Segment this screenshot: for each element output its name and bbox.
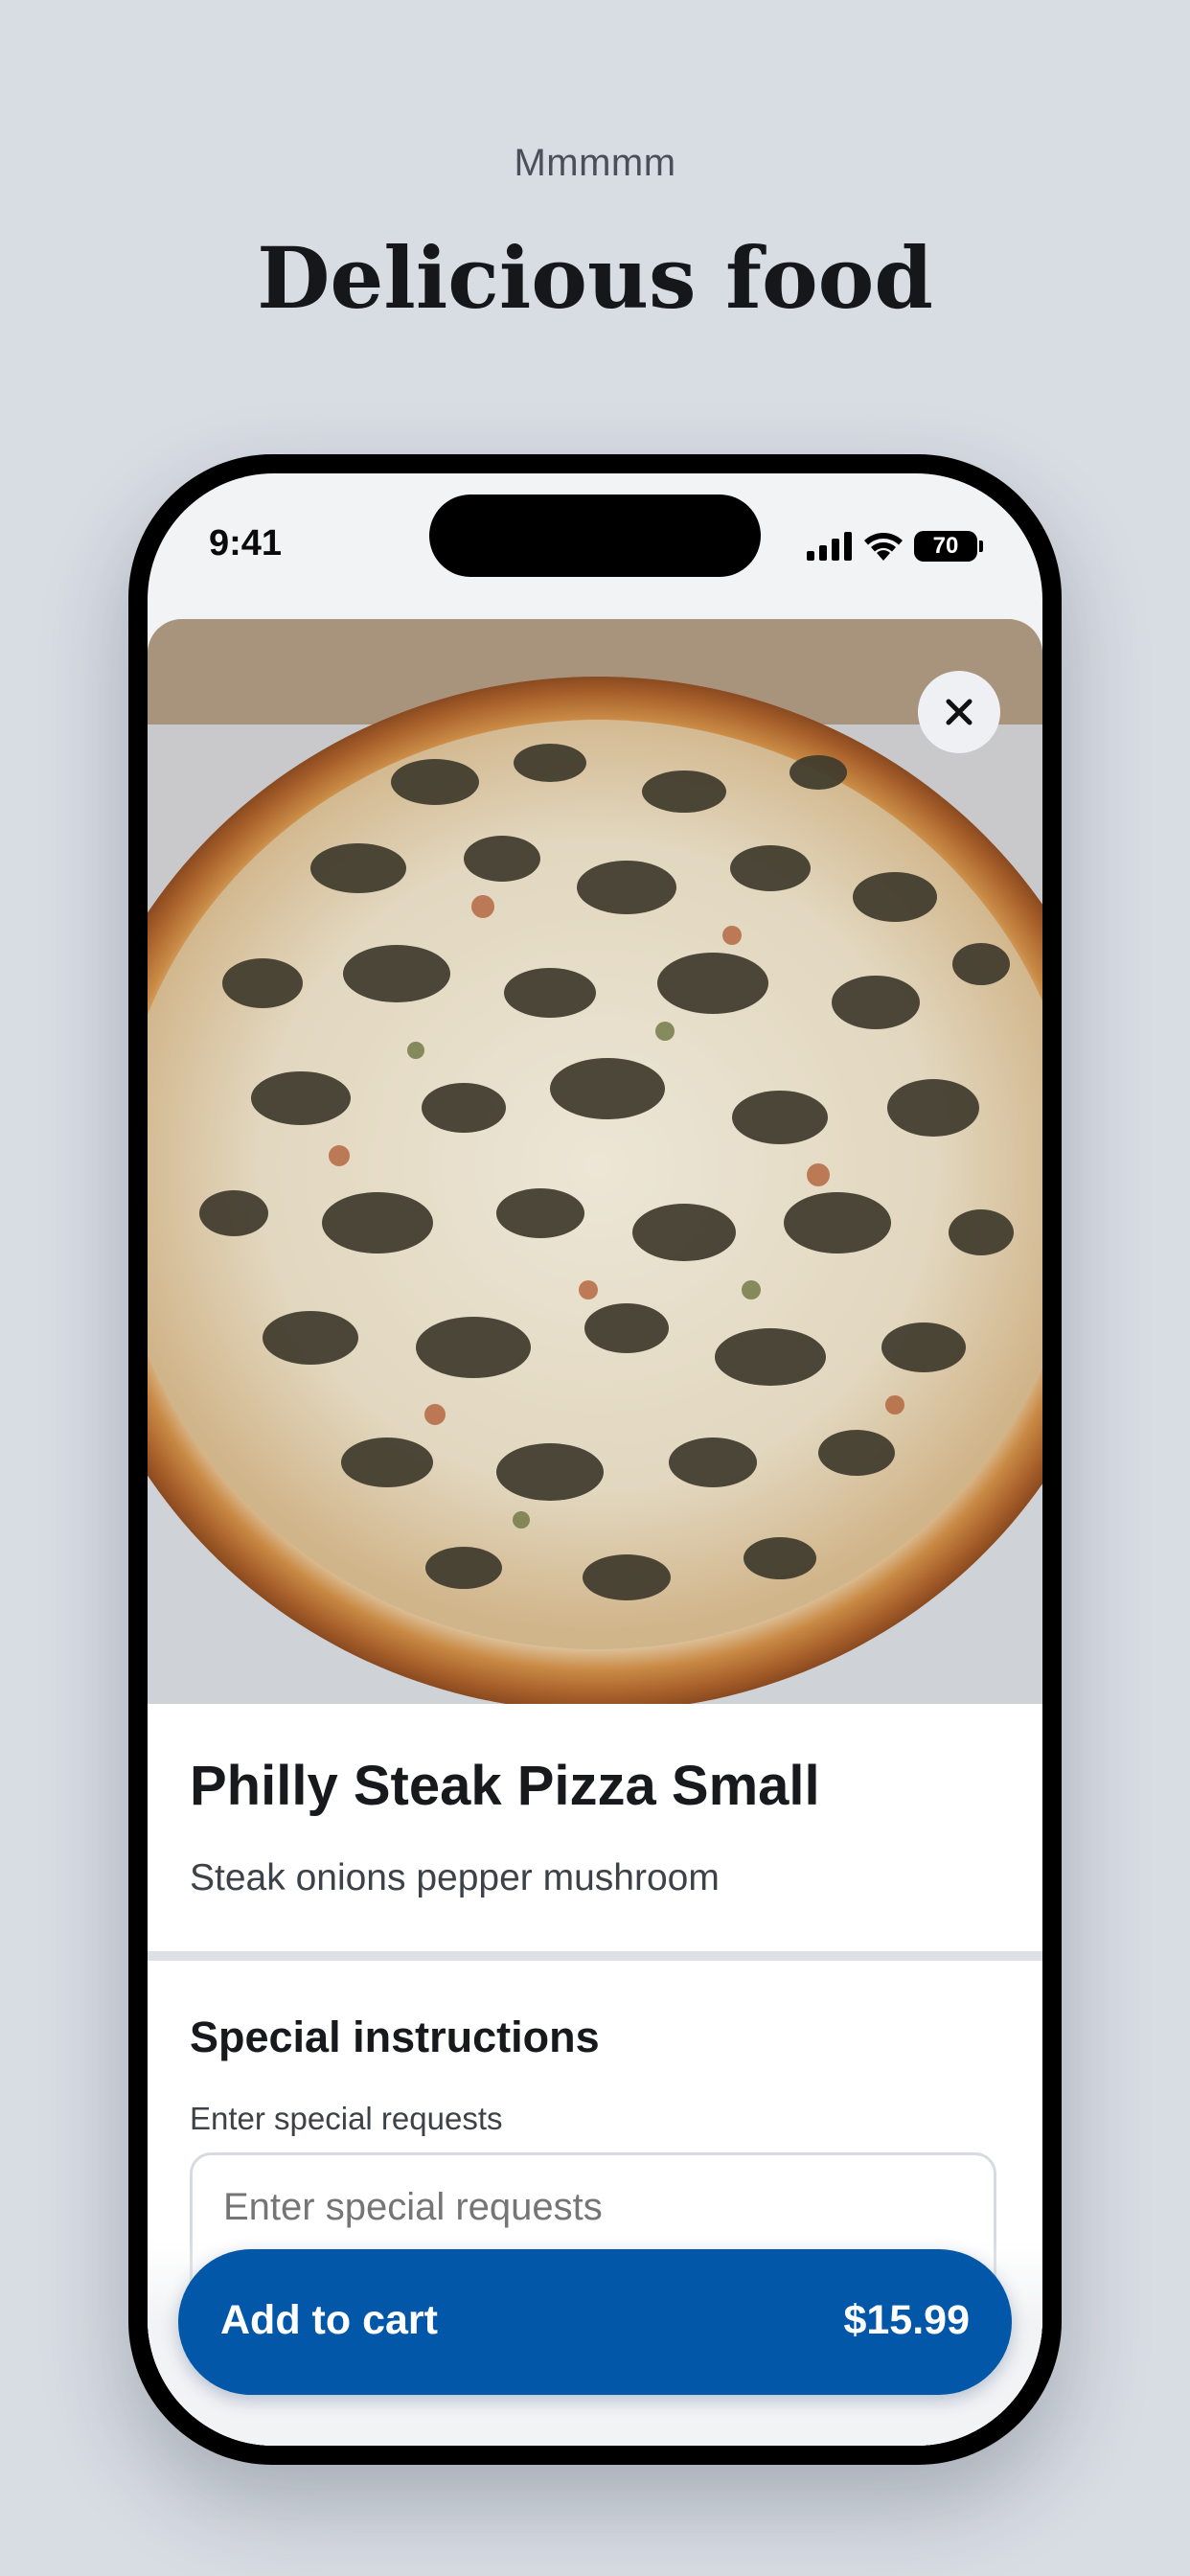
- battery-cap: [979, 540, 983, 552]
- battery-icon: 70: [914, 531, 983, 562]
- promo-headline: Delicious food: [257, 228, 933, 328]
- cart-price: $15.99: [843, 2297, 970, 2343]
- item-info: Philly Steak Pizza Small Steak onions pe…: [148, 1704, 1042, 1951]
- status-time: 9:41: [209, 523, 283, 564]
- add-to-cart-label: Add to cart: [220, 2297, 438, 2343]
- instructions-subtitle: Enter special requests: [190, 2101, 503, 2136]
- dynamic-island: [429, 494, 761, 577]
- battery-level: 70: [914, 531, 977, 562]
- instructions-title: Special instructions: [190, 2012, 600, 2061]
- section-divider: [148, 1951, 1042, 1961]
- phone-screen: 9:41 70 Philly Steak Pizza Small Steak o…: [148, 473, 1042, 2446]
- add-to-cart-button[interactable]: Add to cart $15.99: [178, 2249, 1012, 2395]
- item-title: Philly Steak Pizza Small: [190, 1755, 820, 1817]
- close-icon: [946, 699, 973, 725]
- item-image: [148, 619, 1042, 1704]
- promo-page: Mmmmm Delicious food 9:41 70 Philly Stea…: [0, 0, 1190, 2576]
- status-icons: 70: [807, 529, 983, 564]
- status-bar: 9:41 70: [148, 473, 1042, 617]
- wifi-icon: [864, 533, 903, 561]
- close-button[interactable]: [918, 671, 1000, 753]
- phone-frame: 9:41 70 Philly Steak Pizza Small Steak o…: [128, 454, 1062, 2465]
- item-sheet: Philly Steak Pizza Small Steak onions pe…: [148, 619, 1042, 2446]
- pizza-photo: [148, 619, 1042, 1704]
- item-description: Steak onions pepper mushroom: [190, 1857, 720, 1898]
- signal-icon: [807, 532, 852, 561]
- promo-eyebrow: Mmmmm: [514, 142, 676, 184]
